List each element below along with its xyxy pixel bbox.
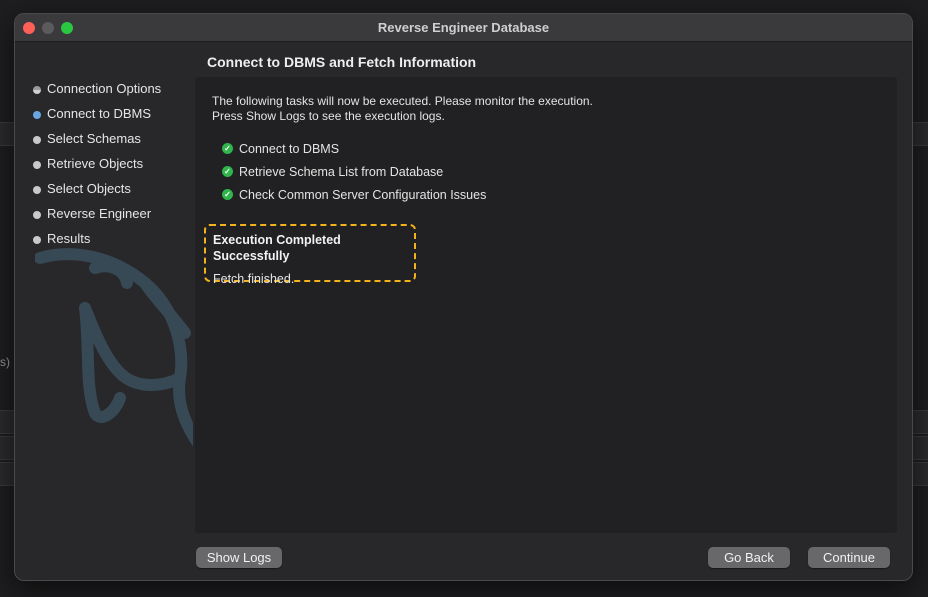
task-label: Check Common Server Configuration Issues bbox=[239, 188, 487, 202]
task-item: ✓ Connect to DBMS bbox=[222, 141, 486, 164]
step-pending-dot bbox=[33, 136, 41, 144]
task-item: ✓ Check Common Server Configuration Issue… bbox=[222, 187, 486, 210]
show-logs-button[interactable]: Show Logs bbox=[196, 547, 282, 568]
background-partial-text: s) bbox=[0, 355, 10, 369]
go-back-button[interactable]: Go Back bbox=[708, 547, 790, 568]
wizard-steps-sidebar: Connection Options Connect to DBMS Selec… bbox=[15, 43, 193, 580]
step-active-dot bbox=[33, 111, 41, 119]
dolphin-logo bbox=[35, 248, 193, 447]
task-label: Retrieve Schema List from Database bbox=[239, 165, 444, 179]
intro-line: The following tasks will now be executed… bbox=[212, 94, 593, 108]
step-connect-to-dbms: Connect to DBMS bbox=[33, 106, 161, 131]
background-panel-strip bbox=[912, 410, 928, 434]
step-label: Connect to DBMS bbox=[47, 106, 152, 121]
wizard-steps-list: Connection Options Connect to DBMS Selec… bbox=[33, 81, 161, 256]
background-panel-strip bbox=[0, 436, 14, 460]
background-panel-strip bbox=[0, 410, 14, 434]
step-results: Results bbox=[33, 231, 161, 256]
step-select-schemas: Select Schemas bbox=[33, 131, 161, 156]
background-panel-strip bbox=[912, 462, 928, 486]
step-pending-dot bbox=[33, 236, 41, 244]
result-status: Fetch finished. bbox=[213, 272, 295, 286]
step-pending-dot bbox=[33, 161, 41, 169]
check-circle-icon: ✓ bbox=[222, 166, 233, 177]
task-list: ✓ Connect to DBMS ✓ Retrieve Schema List f… bbox=[222, 141, 486, 210]
task-item: ✓ Retrieve Schema List from Database bbox=[222, 164, 486, 187]
step-retrieve-objects: Retrieve Objects bbox=[33, 156, 161, 181]
execution-panel: The following tasks will now be executed… bbox=[195, 77, 897, 533]
step-label: Results bbox=[47, 231, 91, 246]
title-bar: Reverse Engineer Database bbox=[15, 14, 912, 42]
step-select-objects: Select Objects bbox=[33, 181, 161, 206]
check-circle-icon: ✓ bbox=[222, 143, 233, 154]
check-circle-icon: ✓ bbox=[222, 189, 233, 200]
step-label: Connection Options bbox=[47, 81, 162, 96]
intro-text: The following tasks will now be executed… bbox=[212, 94, 593, 124]
window-title: Reverse Engineer Database bbox=[377, 20, 550, 35]
step-label: Select Objects bbox=[47, 181, 131, 196]
background-panel-strip bbox=[912, 122, 928, 146]
step-label: Retrieve Objects bbox=[47, 156, 144, 171]
step-reverse-engineer: Reverse Engineer bbox=[33, 206, 161, 231]
result-title: Execution Completed Successfully bbox=[213, 233, 341, 263]
step-label: Select Schemas bbox=[47, 131, 141, 146]
step-connection-options: Connection Options bbox=[33, 81, 161, 106]
background-panel-strip bbox=[0, 462, 14, 486]
step-pending-dot bbox=[33, 186, 41, 194]
background-panel-strip bbox=[912, 436, 928, 460]
reverse-engineer-dialog: Reverse Engineer Database Connection Opt… bbox=[14, 13, 913, 581]
page-title: Connect to DBMS and Fetch Information bbox=[207, 54, 477, 70]
continue-button[interactable]: Continue bbox=[808, 547, 890, 568]
background-panel-strip bbox=[0, 122, 14, 146]
intro-line: Press Show Logs to see the execution log… bbox=[212, 109, 445, 123]
execution-result-highlight: Execution Completed Successfully Fetch f… bbox=[204, 224, 416, 286]
step-pending-dot bbox=[33, 211, 41, 219]
step-done-dot bbox=[33, 86, 41, 94]
step-label: Reverse Engineer bbox=[47, 206, 152, 221]
task-label: Connect to DBMS bbox=[239, 142, 340, 156]
